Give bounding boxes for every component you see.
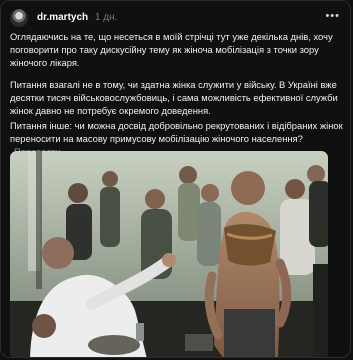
post-paragraph-2: Питання взагалі не в тому, чи здатна жін… <box>10 79 338 116</box>
photo-illustration <box>10 151 328 357</box>
username[interactable]: dr.martych <box>37 12 88 23</box>
post-paragraph-3-text: Питання інше: чи можна досвід добровільн… <box>10 120 343 144</box>
post-card: dr.martych 1 дн. ••• Оглядаючись на те, … <box>0 0 351 358</box>
avatar[interactable] <box>10 9 28 27</box>
post-header: dr.martych 1 дн. <box>37 11 117 24</box>
post-photo[interactable] <box>10 151 328 357</box>
post-paragraph-1: Оглядаючись на те, що несеться в моїй ст… <box>10 31 333 68</box>
more-icon[interactable]: ••• <box>325 11 340 22</box>
post-time: 1 дн. <box>94 12 118 23</box>
